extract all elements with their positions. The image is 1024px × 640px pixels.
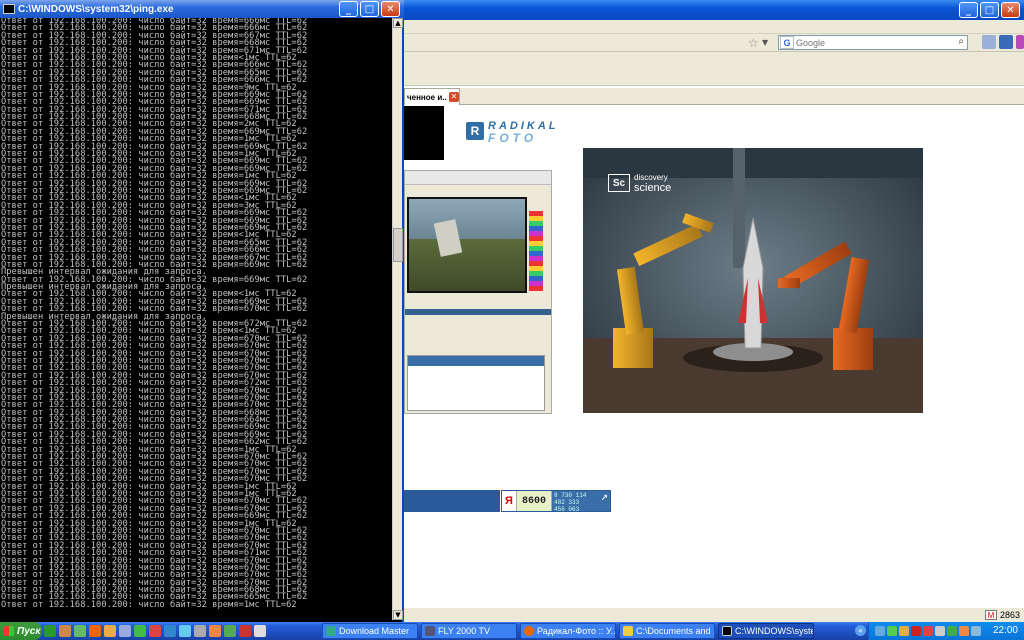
tray-app-icon-2[interactable] <box>923 626 933 636</box>
quicklaunch-icon-11[interactable] <box>194 625 206 637</box>
language-icon[interactable] <box>911 626 921 636</box>
quicklaunch-icon-10[interactable] <box>179 625 191 637</box>
close-button[interactable]: ✕ <box>1001 2 1020 18</box>
task-explorer[interactable]: C:\Documents and ... <box>619 623 715 639</box>
channel-line-2: science <box>634 181 672 194</box>
tray-app-icon-5[interactable] <box>971 626 981 636</box>
bookmark-star-icon[interactable]: ☆ <box>748 36 759 50</box>
quicklaunch-icon-3[interactable] <box>74 625 86 637</box>
tray-app-icon-3[interactable] <box>947 626 957 636</box>
tab-strip: ченное и... ✕ <box>404 88 1024 105</box>
quicklaunch-icon-7[interactable] <box>134 625 146 637</box>
taskbar: Пуск Download Master FLY 2000 TV Радикал… <box>0 622 1024 640</box>
tab-radikal[interactable]: ченное и... ✕ <box>404 88 460 105</box>
console-line: Ответ от 192.168.100.200: число байт=32 … <box>1 599 297 610</box>
quicklaunch-icon-13[interactable] <box>224 625 236 637</box>
maximize-button[interactable]: □ <box>360 1 379 17</box>
close-button[interactable]: ✕ <box>381 1 400 17</box>
logo-text-top: RADIKAL <box>488 120 559 132</box>
dark-banner <box>404 106 444 160</box>
radikal-foto-logo[interactable]: R RADIKAL FOTO <box>466 120 612 145</box>
arrow-icon: ↗ <box>600 490 608 504</box>
robot-image[interactable]: Sc discovery science <box>583 148 923 413</box>
desktop: _ □ ✕ ☆ ▼ G ⌕ ченное и... ✕ R RADIK <box>0 0 1024 640</box>
mail-icon: M <box>984 610 997 620</box>
folder-icon <box>623 626 633 636</box>
network-icon[interactable] <box>875 626 885 636</box>
scroll-thumb[interactable] <box>393 228 403 262</box>
screenshot-thumbnail[interactable] <box>404 170 552 414</box>
console-scrollbar[interactable]: ▲ ▼ <box>392 18 403 620</box>
search-icon[interactable]: ⌕ <box>958 36 964 47</box>
sc-mark: Sc <box>608 174 630 192</box>
start-label: Пуск <box>17 625 41 637</box>
channel-line-1: discovery <box>634 172 668 182</box>
quicklaunch-icon-9[interactable] <box>164 625 176 637</box>
quick-launch <box>44 625 266 637</box>
system-tray: « 22:00 <box>855 622 1024 640</box>
tray-expand-icon[interactable]: « <box>855 625 866 636</box>
console-icon <box>722 626 732 636</box>
scroll-down-icon[interactable]: ▼ <box>393 610 403 620</box>
start-button[interactable]: Пуск <box>0 622 42 640</box>
scroll-up-icon[interactable]: ▲ <box>393 18 403 28</box>
minimize-button[interactable]: _ <box>959 2 978 18</box>
quicklaunch-icon-12[interactable] <box>209 625 221 637</box>
quicklaunch-icon-14[interactable] <box>239 625 251 637</box>
download-master-icon <box>326 626 336 636</box>
yandex-icon: Я <box>502 491 516 511</box>
quicklaunch-icon-1[interactable] <box>44 625 56 637</box>
chevron-down-icon[interactable]: ▼ <box>762 38 768 47</box>
quicklaunch-icon-8[interactable] <box>149 625 161 637</box>
console-title: C:\WINDOWS\system32\ping.exe <box>18 3 174 15</box>
tray-app-icon-4[interactable] <box>959 626 969 636</box>
console-window-controls: _ □ ✕ <box>339 1 400 17</box>
color-palette <box>529 211 543 291</box>
maximize-button[interactable]: □ <box>980 2 999 18</box>
quicklaunch-icon-6[interactable] <box>119 625 131 637</box>
landscape-photo <box>407 197 527 293</box>
search-input[interactable] <box>796 37 946 48</box>
console-icon <box>3 4 15 14</box>
counter-stats: 8 730 114 482 333 456 063 ↗ <box>552 490 610 513</box>
addons-icon[interactable] <box>1016 35 1024 49</box>
quicklaunch-icon-5[interactable] <box>104 625 116 637</box>
console-titlebar[interactable]: C:\WINDOWS\system32\ping.exe _ □ ✕ <box>0 0 404 18</box>
logo-text-bottom: FOTO <box>488 131 538 145</box>
tv-icon <box>425 626 435 636</box>
task-firefox[interactable]: Радикал-Фото :: У... <box>520 623 616 639</box>
tab-label: ченное и... <box>407 92 447 102</box>
clock[interactable]: 22:00 <box>993 625 1018 636</box>
volume-icon[interactable] <box>935 626 945 636</box>
tray-icons <box>875 626 981 636</box>
quicklaunch-icon-2[interactable] <box>59 625 71 637</box>
discovery-science-logo: Sc discovery science <box>608 172 700 194</box>
downloads-icon[interactable] <box>999 35 1013 49</box>
task-console[interactable]: C:\WINDOWS\syste... <box>718 623 814 639</box>
mail-notifier[interactable]: M 2863 <box>984 610 1020 620</box>
quicklaunch-icon-4[interactable] <box>89 625 101 637</box>
tray-app-icon[interactable] <box>899 626 909 636</box>
task-download-master[interactable]: Download Master <box>322 623 418 639</box>
bookmarks-icon[interactable] <box>982 35 996 49</box>
search-box: G ⌕ <box>778 35 968 50</box>
console-output[interactable]: Ответ от 192.168.100.200: число байт=32 … <box>0 18 392 620</box>
task-fly-tv[interactable]: FLY 2000 TV <box>421 623 517 639</box>
windows-logo-icon <box>4 626 14 636</box>
counter-value: 8600 <box>516 491 552 511</box>
mail-count: 2863 <box>999 610 1020 620</box>
quicklaunch-icon-15[interactable] <box>254 625 266 637</box>
antivirus-icon[interactable] <box>887 626 897 636</box>
firefox-icon <box>524 626 534 636</box>
console-window: C:\WINDOWS\system32\ping.exe _ □ ✕ Ответ… <box>0 0 404 622</box>
minimize-button[interactable]: _ <box>339 1 358 17</box>
tab-close-icon[interactable]: ✕ <box>449 92 459 102</box>
browser-window-controls: _ □ ✕ <box>959 2 1020 18</box>
visit-counter[interactable]: Я 8600 8 730 114 482 333 456 063 ↗ <box>501 490 611 513</box>
google-engine-icon[interactable]: G <box>780 36 794 49</box>
footer-band <box>404 490 500 512</box>
